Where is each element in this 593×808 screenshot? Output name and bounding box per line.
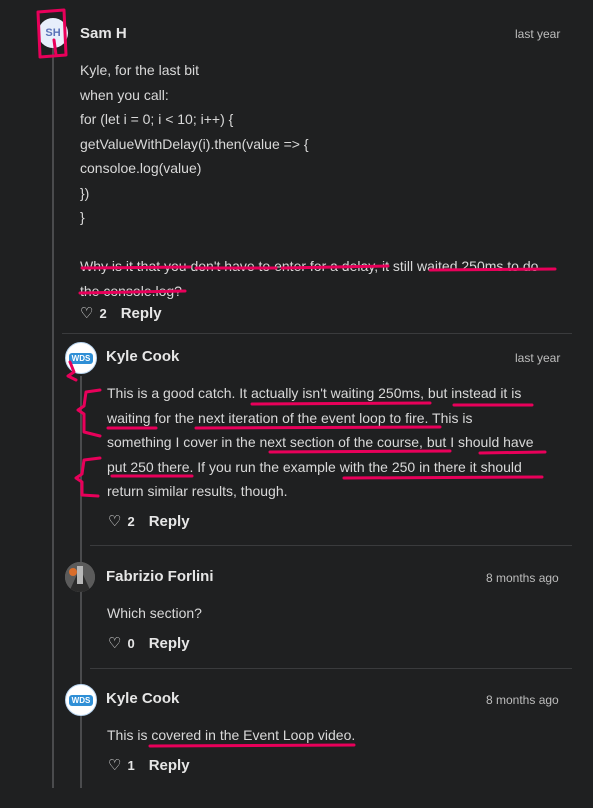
comment-line: This is covered in the Event Loop video. xyxy=(107,727,356,743)
avatar[interactable]: WDS xyxy=(65,684,97,716)
comment-line: } xyxy=(80,209,85,225)
comment-line: consoloe.log(value) xyxy=(80,160,202,176)
comment-line: put 250 there. If you run the example wi… xyxy=(107,458,522,475)
comment-line xyxy=(80,230,570,255)
thread-line xyxy=(52,48,54,788)
heart-icon[interactable]: ♡ xyxy=(108,756,121,774)
comment-line: the console.log? xyxy=(80,282,182,299)
comment-actions: ♡ 0 Reply xyxy=(108,634,190,653)
author-name[interactable]: Kyle Cook xyxy=(106,690,179,707)
author-name[interactable]: Fabrizio Forlini xyxy=(106,568,214,585)
comment-actions: ♡ 1 Reply xyxy=(108,756,190,775)
comment-line: getValueWithDelay(i).then(value => { xyxy=(80,135,309,152)
like-count: 2 xyxy=(99,305,107,321)
avatar-image xyxy=(65,562,95,592)
like-count: 1 xyxy=(127,757,135,773)
reply-button[interactable]: Reply xyxy=(149,513,190,530)
comment-actions: ♡ 2 Reply xyxy=(80,304,162,323)
comment-line: Kyle, for the last bit xyxy=(80,62,200,78)
heart-icon[interactable]: ♡ xyxy=(108,634,121,652)
divider xyxy=(90,668,572,669)
avatar[interactable] xyxy=(65,562,95,592)
comment-timestamp[interactable]: 8 months ago xyxy=(486,571,559,585)
heart-icon[interactable]: ♡ xyxy=(108,512,121,530)
comment-body: This is a good catch. It actually isn't … xyxy=(107,381,577,504)
author-name[interactable]: Sam H xyxy=(80,25,127,42)
comment-timestamp[interactable]: 8 months ago xyxy=(486,693,559,707)
comment-line: when you call: xyxy=(80,86,169,103)
avatar[interactable]: SH xyxy=(38,18,68,48)
reply-button[interactable]: Reply xyxy=(149,757,190,774)
comment-body: Which section? xyxy=(107,601,577,626)
like-count: 0 xyxy=(127,635,135,651)
comment-line: return similar results, though. xyxy=(107,483,288,499)
comment-body: This is covered in the Event Loop video. xyxy=(107,723,577,748)
comment-body: Kyle, for the last bit when you call: fo… xyxy=(80,58,570,303)
comment-line: waiting for the next iteration of the ev… xyxy=(107,409,473,426)
comment-line: something I cover in the next section of… xyxy=(107,434,534,450)
reply-button[interactable]: Reply xyxy=(121,305,162,322)
comment-line: Which section? xyxy=(107,605,202,621)
divider xyxy=(90,545,572,546)
heart-icon[interactable]: ♡ xyxy=(80,304,93,322)
divider xyxy=(62,333,572,334)
reply-button[interactable]: Reply xyxy=(149,635,190,652)
comment-timestamp[interactable]: last year xyxy=(515,27,560,41)
comment-actions: ♡ 2 Reply xyxy=(108,512,190,531)
comment-line: Why is it that you don't have to enter f… xyxy=(80,258,539,274)
like-count: 2 xyxy=(127,513,135,529)
comment-timestamp[interactable]: last year xyxy=(515,351,560,365)
author-name[interactable]: Kyle Cook xyxy=(106,348,179,365)
comment-line: }) xyxy=(80,184,90,201)
comment-line: This is a good catch. It actually isn't … xyxy=(107,385,522,401)
avatar[interactable]: WDS xyxy=(65,342,97,374)
comment-line: for (let i = 0; i < 10; i++) { xyxy=(80,111,234,127)
